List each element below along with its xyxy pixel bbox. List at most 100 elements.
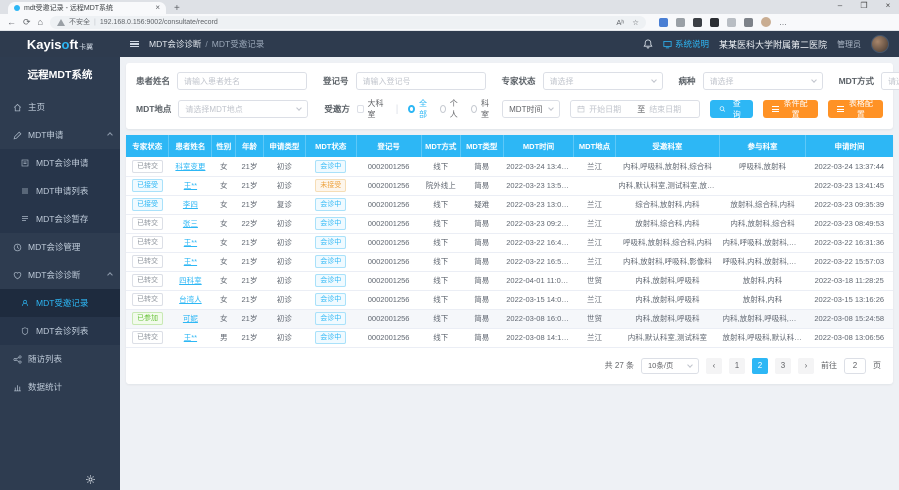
mdt-place-cell: 兰江 [574, 157, 615, 176]
sidebar-item-mdt-manage[interactable]: MDT会诊管理 [0, 233, 120, 261]
extension-icon[interactable] [693, 18, 702, 27]
gender-cell: 女 [212, 195, 236, 214]
patient-name-link[interactable]: 王** [184, 333, 197, 342]
browser-tab[interactable]: mdt受邀记录 - 远程MDT系统 × [8, 2, 166, 14]
sidebar-item-mdt-consult-list[interactable]: MDT会诊列表 [0, 317, 120, 345]
column-header: MDT状态 [305, 135, 356, 157]
age-cell: 21岁 [236, 309, 264, 328]
window-restore-button[interactable]: ❐ [859, 1, 869, 10]
page-button-1[interactable]: 1 [729, 358, 745, 374]
patient-name-link[interactable]: 张三 [183, 219, 198, 228]
patient-name-link[interactable]: 李四 [183, 200, 198, 209]
patient-name-link[interactable]: 王** [184, 257, 197, 266]
table-row[interactable]: 已接受王**女21岁初诊未接受0002001256院外线上简易2022-03-2… [126, 176, 893, 195]
radio-personal[interactable]: 个人 [440, 98, 461, 120]
mdt-mode-select[interactable]: 请选择MDT方式 [881, 72, 899, 90]
mdt-status-tag: 会诊中 [305, 290, 356, 309]
sidebar-item-home[interactable]: 主页 [0, 93, 120, 121]
user-avatar[interactable] [871, 35, 889, 53]
column-header: MDT时间 [503, 135, 574, 157]
new-tab-button[interactable]: + [174, 4, 180, 14]
apply-time-cell: 2022-03-22 15:57:03 [805, 252, 893, 271]
apply-type-cell: 初诊 [263, 271, 305, 290]
table-row[interactable]: 已参加可妮女21岁初诊会诊中0002001256线下简易2022-03-08 1… [126, 309, 893, 328]
page-button-3[interactable]: 3 [775, 358, 791, 374]
condition-config-button[interactable]: 条件配置 [763, 100, 818, 118]
tab-close-icon[interactable]: × [155, 4, 160, 12]
big-dept-checkbox[interactable] [357, 105, 364, 113]
page-size-select[interactable]: 10条/页 [641, 358, 699, 374]
patient-name-link: 张三 [169, 214, 212, 233]
table-row[interactable]: 已转交王**男21岁初诊会诊中0002001256线下简易2022-03-08 … [126, 328, 893, 347]
date-range-input[interactable]: 开始日期 至 结束日期 [570, 100, 700, 118]
browser-split-icon[interactable] [744, 18, 753, 27]
reg-no-input[interactable]: 请输入登记号 [356, 72, 486, 90]
time-field-select[interactable]: MDT时间 [502, 100, 560, 118]
sidebar-item-followup-list[interactable]: 随访列表 [0, 345, 120, 373]
bell-icon[interactable] [643, 39, 653, 49]
apply-type-cell: 初诊 [263, 233, 305, 252]
extension-icon[interactable] [710, 18, 719, 27]
mdt-status-tag: 会诊中 [305, 157, 356, 176]
radio-department[interactable]: 科室 [471, 98, 492, 120]
mdt-place-select[interactable]: 请选择MDT地点 [178, 100, 308, 118]
extension-icon[interactable] [659, 18, 668, 27]
mdt-status-tag: 会诊中 [305, 233, 356, 252]
next-page-button[interactable]: › [798, 358, 814, 374]
expert-status-select[interactable]: 请选择 [543, 72, 663, 90]
sidebar-item-mdt-consult-draft[interactable]: MDT会诊暂存 [0, 205, 120, 233]
home-icon[interactable]: ⌂ [38, 18, 43, 27]
age-cell: 21岁 [236, 157, 264, 176]
sidebar-item-mdt-invited-records[interactable]: MDT受邀记录 [0, 289, 120, 317]
search-icon [719, 105, 726, 113]
sidebar-group-mdt-apply[interactable]: MDT申请 [0, 121, 120, 149]
invited-depts-cell: 呼吸科,放射科,综合科,内科 [615, 233, 719, 252]
extension-icon[interactable] [727, 18, 736, 27]
settings-gear-icon[interactable] [85, 474, 96, 485]
radio-all[interactable]: 全部 [408, 98, 429, 120]
mdt-time-cell: 2022-03-23 13:00:00 [503, 195, 574, 214]
page-button-2[interactable]: 2 [752, 358, 768, 374]
reg-no-label: 登记号 [323, 75, 349, 87]
browser-profile-avatar[interactable] [761, 17, 771, 27]
table-row[interactable]: 已转交王**女21岁初诊会诊中0002001256线下简易2022-03-22 … [126, 252, 893, 271]
address-bar[interactable]: 不安全 | 192.168.0.156:9002/consultate/reco… [50, 16, 646, 29]
sidebar-item-mdt-consult-apply[interactable]: MDT会诊申请 [0, 149, 120, 177]
back-icon[interactable]: ← [7, 18, 16, 27]
table-row[interactable]: 已转交科室变更女21岁初诊会诊中0002001256线下简易2022-03-24… [126, 157, 893, 176]
patient-name-input[interactable]: 请输入患者姓名 [177, 72, 307, 90]
sidebar-item-statistics[interactable]: 数据统计 [0, 373, 120, 401]
extension-icon[interactable] [676, 18, 685, 27]
table-config-button[interactable]: 表格配置 [828, 100, 883, 118]
window-minimize-button[interactable]: – [835, 1, 845, 10]
goto-page-input[interactable]: 2 [844, 358, 866, 374]
table-row[interactable]: 已转交台湾人女21岁初诊会诊中0002001256线下简易2022-03-15 … [126, 290, 893, 309]
favorite-star-icon[interactable]: ☆ [632, 18, 639, 27]
patient-name-link[interactable]: 台湾人 [179, 295, 202, 304]
table-row[interactable]: 已接受李四女21岁复诊会诊中0002001256线下疑难2022-03-23 1… [126, 195, 893, 214]
expert-status-tag: 已参加 [126, 309, 169, 328]
breadcrumb-section[interactable]: MDT会诊诊断 [149, 38, 201, 50]
table-row[interactable]: 已转交张三女22岁初诊会诊中0002001256线下简易2022-03-23 0… [126, 214, 893, 233]
sidebar-collapse-icon[interactable] [130, 41, 139, 48]
patient-name-link[interactable]: 四科室 [179, 276, 202, 285]
sidebar-group-mdt-diagnose[interactable]: MDT会诊诊断 [0, 261, 120, 289]
patient-name-link[interactable]: 王** [184, 238, 197, 247]
patient-name-link[interactable]: 可妮 [183, 314, 198, 323]
sidebar-item-mdt-apply-list[interactable]: MDT申请列表 [0, 177, 120, 205]
disease-select[interactable]: 请选择 [703, 72, 823, 90]
patient-name-link[interactable]: 王** [184, 181, 197, 190]
system-help-link[interactable]: 系统说明 [663, 38, 709, 50]
table-body: 已转交科室变更女21岁初诊会诊中0002001256线下简易2022-03-24… [126, 157, 893, 347]
window-close-button[interactable]: × [883, 1, 893, 10]
browser-menu-icon[interactable]: … [779, 18, 788, 27]
column-header: 性别 [212, 135, 236, 157]
search-button[interactable]: 查询 [710, 100, 752, 118]
refresh-icon[interactable]: ⟳ [23, 18, 31, 27]
prev-page-button[interactable]: ‹ [706, 358, 722, 374]
read-aloud-icon[interactable]: Aʰ [616, 18, 624, 27]
table-row[interactable]: 已转交王**女21岁初诊会诊中0002001256线下简易2022-03-22 … [126, 233, 893, 252]
patient-name-link[interactable]: 科室变更 [175, 162, 205, 171]
big-dept-checkbox-label[interactable]: 大科室 [368, 98, 386, 120]
table-row[interactable]: 已转交四科室女21岁初诊会诊中0002001256线下简易2022-04-01 … [126, 271, 893, 290]
